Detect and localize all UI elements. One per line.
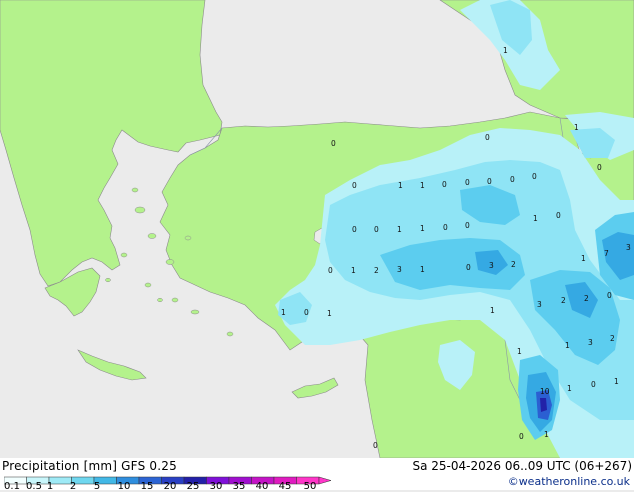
precip-label: 1 [581, 254, 586, 263]
color-scale-tick: 10 [117, 481, 131, 492]
precip-label: 0 [328, 266, 333, 275]
color-scale-tick: 5 [93, 481, 101, 492]
precip-label: 0 [465, 178, 470, 187]
precip-label: 1 [567, 384, 572, 393]
color-scale-tick: 0.1 [4, 481, 20, 492]
precip-label: 1 [544, 430, 549, 439]
precip-label: 0 [591, 380, 596, 389]
precip-label: 0 [443, 223, 448, 232]
color-scale-arrow [318, 476, 332, 485]
precip-label: 7 [604, 249, 609, 258]
precip-label: 0 [597, 163, 602, 172]
precip-label: 1 [351, 266, 356, 275]
precip-label: 3 [626, 243, 631, 252]
precip-label: 0 [556, 211, 561, 220]
precip-label: 1 [327, 309, 332, 318]
precip-label: 1 [398, 181, 403, 190]
precip-label: 2 [511, 260, 516, 269]
color-scale-tick: 25 [186, 481, 200, 492]
color-scale-tick: 50 [303, 481, 317, 492]
precip-label: 0 [487, 177, 492, 186]
valid-time: Sa 25-04-2026 06..09 UTC (06+267) [412, 459, 632, 473]
precip-label: 1 [503, 46, 508, 55]
legend-footer: Precipitation [mm] GFS 0.25 Sa 25-04-202… [0, 458, 634, 492]
color-scale-tick: 20 [163, 481, 177, 492]
precip-label: 0 [352, 225, 357, 234]
precip-label: 1 [397, 225, 402, 234]
credit-link[interactable]: ©weatheronline.co.uk [508, 475, 630, 489]
precip-label: 1 [281, 308, 286, 317]
precip-label: 1 [420, 181, 425, 190]
precip-label: 1 [420, 224, 425, 233]
precip-label: 1 [574, 123, 579, 132]
color-scale-tick: 45 [278, 481, 292, 492]
precip-label: 2 [561, 296, 566, 305]
color-scale-tick: 0.5 [26, 481, 42, 492]
precip-label: 1 [490, 306, 495, 315]
color-scale-tick: 35 [232, 481, 246, 492]
precip-label: 0 [373, 441, 378, 450]
precip-label: 0 [442, 180, 447, 189]
precip-label: 0 [485, 133, 490, 142]
precip-label: 0 [519, 432, 524, 441]
color-scale-tick: 40 [255, 481, 269, 492]
precip-label: 0 [466, 263, 471, 272]
precip-label: 0 [510, 175, 515, 184]
legend-title: Precipitation [mm] GFS 0.25 [2, 459, 177, 473]
precip-label: 0 [374, 225, 379, 234]
precip-label: 2 [374, 266, 379, 275]
precip-label: 1 [533, 214, 538, 223]
precip-label: 1 [420, 265, 425, 274]
color-scale-tick: 30 [209, 481, 223, 492]
precip-label: 10 [540, 387, 550, 396]
precip-label: 1 [565, 341, 570, 350]
color-scale-tick: 15 [140, 481, 154, 492]
precip-label: 2 [610, 334, 615, 343]
precip-label: 2 [584, 294, 589, 303]
precip-label: 0 [331, 139, 336, 148]
precip-label: 3 [537, 300, 542, 309]
precip-label: 3 [489, 261, 494, 270]
precip-label: 0 [607, 291, 612, 300]
precip-label: 0 [532, 172, 537, 181]
precip-label: 1 [517, 347, 522, 356]
precip-label: 0 [304, 308, 309, 317]
color-scale-tick: 2 [69, 481, 77, 492]
precipitation-map: 1 0 0 0 1 1 0 0 0 0 0 0 0 1 1 0 0 1 0 0 … [0, 0, 634, 458]
precip-label: 1 [614, 377, 619, 386]
precip-label: 0 [465, 221, 470, 230]
precip-label: 3 [588, 338, 593, 347]
precip-label: 0 [352, 181, 357, 190]
precip-label: 3 [397, 265, 402, 274]
color-scale-tick: 1 [46, 481, 54, 492]
